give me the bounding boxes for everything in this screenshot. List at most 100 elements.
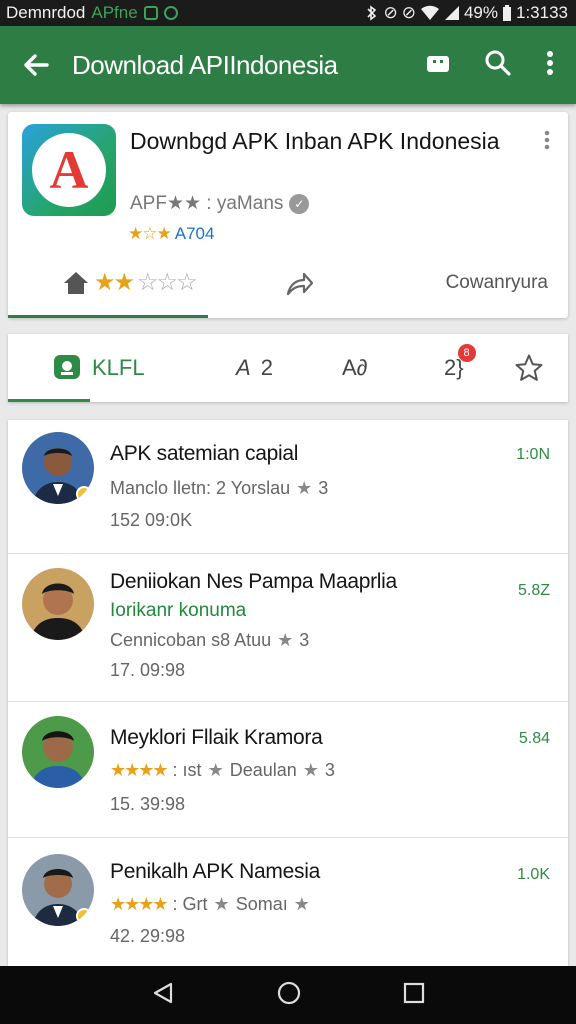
star-icon: ★ xyxy=(277,630,294,650)
status-dot xyxy=(76,486,92,502)
nav-back-icon xyxy=(153,982,172,1003)
card-action-row: ★★ ☆☆☆ Cowanryura xyxy=(8,256,568,314)
star-icon: ★ xyxy=(213,894,230,914)
review-meta: Manclo lletn: 2 Yorslau ★ 3 xyxy=(110,478,328,499)
list-item[interactable]: APK satemian capial Manclo lletn: 2 Yors… xyxy=(8,420,568,554)
app-bar-actions xyxy=(426,49,576,82)
signal-icon xyxy=(444,6,459,20)
tab-indicator xyxy=(8,399,90,402)
translate-icon: A xyxy=(236,355,251,380)
app-bar: Download APIIndonesia xyxy=(0,26,576,104)
home-icon xyxy=(64,271,88,294)
store-button[interactable] xyxy=(426,53,450,78)
search-button[interactable] xyxy=(484,49,512,82)
share-button[interactable] xyxy=(284,270,314,301)
review-meta-text: : ıst xyxy=(172,760,202,780)
back-button[interactable] xyxy=(0,50,72,80)
wifi-icon xyxy=(420,5,439,21)
star-icon: ★ xyxy=(296,478,313,498)
review-meta-count: 3 xyxy=(324,760,335,780)
tab-0[interactable]: KLFL xyxy=(52,334,145,402)
review-meta: ★★★★ : Grt ★ Somaı ★ xyxy=(110,894,310,915)
tab-3[interactable]: 2} 8 xyxy=(444,334,476,402)
tab-1[interactable]: A 2 xyxy=(236,334,273,402)
review-subtitle: Iorikanr konuma xyxy=(110,600,247,621)
back-arrow-icon xyxy=(24,54,49,76)
review-title: Deniiokan Nes Pampa Maaprlia xyxy=(110,570,397,593)
review-date: 15. 39:98 xyxy=(110,794,186,814)
sync-icon-2: ⊘ xyxy=(383,3,398,22)
nav-home-button[interactable] xyxy=(276,980,302,1011)
developer-line: APF★★ : yaMans ✓ xyxy=(130,192,310,215)
tab-4[interactable] xyxy=(514,334,544,402)
review-meta-text: Cennicoban s8 Atuu xyxy=(110,630,272,650)
app-info-card: A Downbgd APK Inban APK Indonesia APF★★ … xyxy=(8,112,568,318)
review-meta-count: 3 xyxy=(318,478,329,498)
star-icon: ★ xyxy=(302,760,319,780)
rating-stars: ★★★★ xyxy=(110,760,169,780)
review-list: APK satemian capial Manclo lletn: 2 Yors… xyxy=(8,420,568,966)
list-item[interactable]: Meyklori Fllaik Kramora ★★★★ : ıst ★ Dea… xyxy=(8,702,568,838)
tab-label: KLFL xyxy=(92,355,145,380)
notification-icon xyxy=(143,6,158,20)
empty-stars: ☆☆☆ xyxy=(137,269,198,296)
category-label[interactable]: Cowanryura xyxy=(446,272,548,294)
review-count: 1:0N xyxy=(516,446,550,463)
nav-back-button[interactable] xyxy=(151,981,175,1010)
review-date: 42. 29:98 xyxy=(110,926,186,946)
avatar[interactable] xyxy=(22,716,94,788)
rating-stars: ★★ xyxy=(94,269,135,296)
status-right: ⊘ ⊘ 49% 1:3133 xyxy=(365,3,568,23)
system-nav-bar xyxy=(0,966,576,1024)
status-dot xyxy=(76,908,92,924)
rating-label: A704 xyxy=(174,224,215,243)
app-bar-title: Download APIIndonesia xyxy=(72,49,338,80)
star-icon: ★ xyxy=(293,894,310,914)
avatar[interactable] xyxy=(22,854,94,926)
battery-percent: 49% xyxy=(463,3,498,22)
review-count: 1.0K xyxy=(517,866,550,883)
avatar-photo xyxy=(22,568,94,640)
list-item[interactable]: Deniiokan Nes Pampa Maaprlia Iorikanr ko… xyxy=(8,554,568,702)
review-meta-text: : Grt xyxy=(172,894,208,914)
developer-name: APF★★ : yaMans xyxy=(130,193,284,214)
review-date: 152 09:0K xyxy=(110,510,193,530)
chat-icon xyxy=(54,355,80,379)
notification-badge: 8 xyxy=(457,344,476,362)
review-date: 17. 09:98 xyxy=(110,660,186,680)
review-meta-text: Manclo lletn: 2 Yorslau xyxy=(110,478,291,498)
review-meta-count: 3 xyxy=(299,630,310,650)
app-icon[interactable]: A xyxy=(22,124,116,216)
review-count: 5.8Z xyxy=(517,582,550,599)
bluetooth-icon xyxy=(367,5,377,21)
list-item[interactable]: Penikalh APK Namesia ★★★★ : Grt ★ Somaı … xyxy=(8,838,568,966)
avatar[interactable] xyxy=(22,432,94,504)
star-outline-icon xyxy=(515,354,543,381)
tab-label: A∂ xyxy=(342,355,368,380)
app-logo: A xyxy=(32,133,106,207)
app-name: Downbgd APK Inban APK Indonesia xyxy=(130,128,500,154)
rating-stars: ★★★★ xyxy=(110,894,169,914)
review-meta: ★★★★ : ıst ★ Deaulan ★ 3 xyxy=(110,760,335,781)
search-icon xyxy=(485,50,511,76)
more-vert-icon xyxy=(544,130,550,150)
review-meta-text-2: Somaı xyxy=(235,894,288,914)
tab-label: 2 xyxy=(260,355,273,380)
avatar[interactable] xyxy=(22,568,94,640)
review-title: Meyklori Fllaik Kramora xyxy=(110,726,323,749)
home-rating-button[interactable]: ★★ ☆☆☆ xyxy=(62,268,198,297)
nav-recents-button[interactable] xyxy=(403,982,425,1009)
tab-2[interactable]: A∂ xyxy=(342,334,368,402)
nav-home-icon xyxy=(277,981,301,1004)
status-time: 1:3133 xyxy=(516,3,568,22)
star-icon: ★☆★ xyxy=(128,224,172,243)
share-icon xyxy=(286,272,314,296)
status-bar: Demnrdod APfne ⊘ ⊘ 49% 1:3133 xyxy=(0,0,576,26)
card-more-button[interactable] xyxy=(544,130,550,155)
status-app-text: Demnrdod xyxy=(6,3,86,22)
review-title: Penikalh APK Namesia xyxy=(110,860,320,883)
overflow-menu-button[interactable] xyxy=(546,50,554,81)
tab-bar: KLFL A 2 A∂ 2} 8 xyxy=(8,334,568,402)
review-title: APK satemian capial xyxy=(110,442,299,465)
verified-icon: ✓ xyxy=(289,193,310,214)
